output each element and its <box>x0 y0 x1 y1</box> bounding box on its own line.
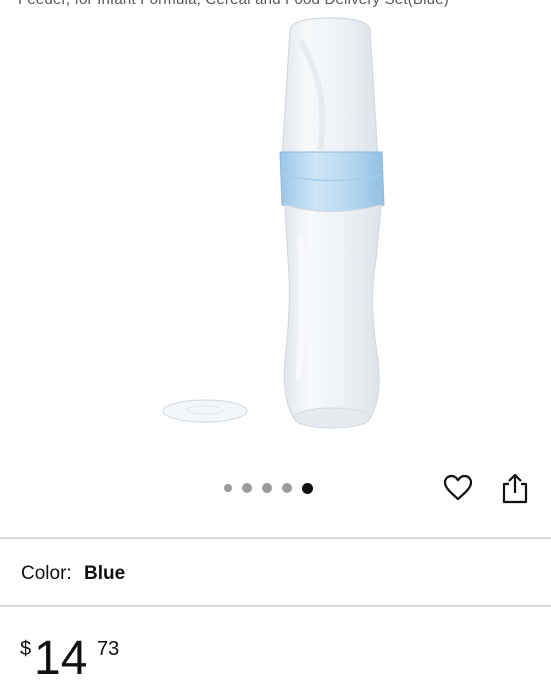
carousel-dot-3[interactable] <box>262 483 272 493</box>
color-label: Color: <box>21 563 72 584</box>
favorite-button[interactable] <box>442 472 474 504</box>
price-fraction: 73 <box>97 638 120 660</box>
price-currency-symbol: $ <box>20 638 32 660</box>
carousel-dot-4[interactable] <box>282 483 292 493</box>
image-carousel-dots[interactable] <box>224 480 313 496</box>
carousel-dot-1[interactable] <box>224 484 232 492</box>
bottle-lid <box>281 17 379 161</box>
share-button[interactable] <box>499 472 531 506</box>
bottle-ring <box>279 151 385 212</box>
price-whole: 14 <box>34 632 88 685</box>
carousel-dot-2[interactable] <box>242 483 252 493</box>
carousel-dot-5-active[interactable] <box>302 482 313 494</box>
product-image[interactable] <box>0 0 551 470</box>
share-icon <box>502 473 528 504</box>
divider <box>0 605 551 607</box>
lid-disc <box>162 399 248 423</box>
heart-icon <box>443 474 473 501</box>
selected-color-value: Blue <box>83 563 126 584</box>
color-variation-row[interactable]: Color: Blue <box>21 563 125 585</box>
divider <box>0 537 551 539</box>
